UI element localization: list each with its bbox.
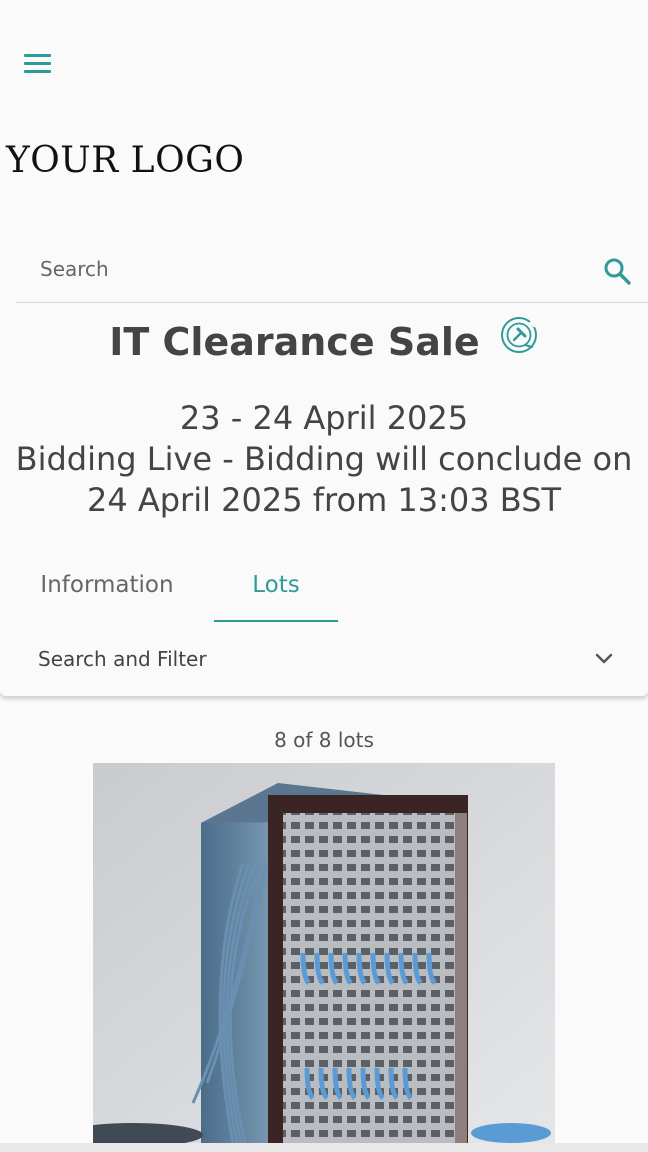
auction-title: IT Clearance Sale: [109, 320, 480, 364]
conclude-time: 24 April 2025 from 13:03 BST: [86, 481, 562, 519]
tab-lots[interactable]: Lots: [214, 558, 338, 623]
filter-label: Search and Filter: [38, 647, 207, 671]
date-range: 23 - 24 April 2025: [179, 399, 469, 437]
search-icon[interactable]: [602, 256, 632, 286]
search-input[interactable]: Search: [40, 257, 109, 281]
menu-button[interactable]: [22, 50, 54, 78]
server-rack-image: [93, 763, 555, 1143]
menu-icon-bar: [24, 70, 51, 73]
auction-title-row: IT Clearance Sale: [0, 317, 648, 364]
chevron-down-icon: [595, 653, 613, 664]
lot-image[interactable]: [93, 763, 555, 1143]
menu-icon-bar: [24, 62, 51, 65]
auction-dates: 23 - 24 April 2025 Bidding Live - Biddin…: [0, 398, 648, 521]
lot-count: 8 of 8 lots: [274, 728, 374, 752]
live-bidding-icon: [500, 317, 539, 353]
search-and-filter-toggle[interactable]: Search and Filter: [0, 622, 648, 696]
menu-icon-bar: [24, 54, 51, 57]
bottom-divider: [0, 1143, 648, 1152]
bidding-status: Bidding Live - Bidding will conclude on: [15, 440, 633, 478]
tab-bar: Information Lots: [0, 558, 648, 623]
site-logo[interactable]: YOUR LOGO: [6, 140, 244, 181]
search-bar[interactable]: Search: [16, 240, 648, 303]
tab-information[interactable]: Information: [18, 558, 196, 620]
